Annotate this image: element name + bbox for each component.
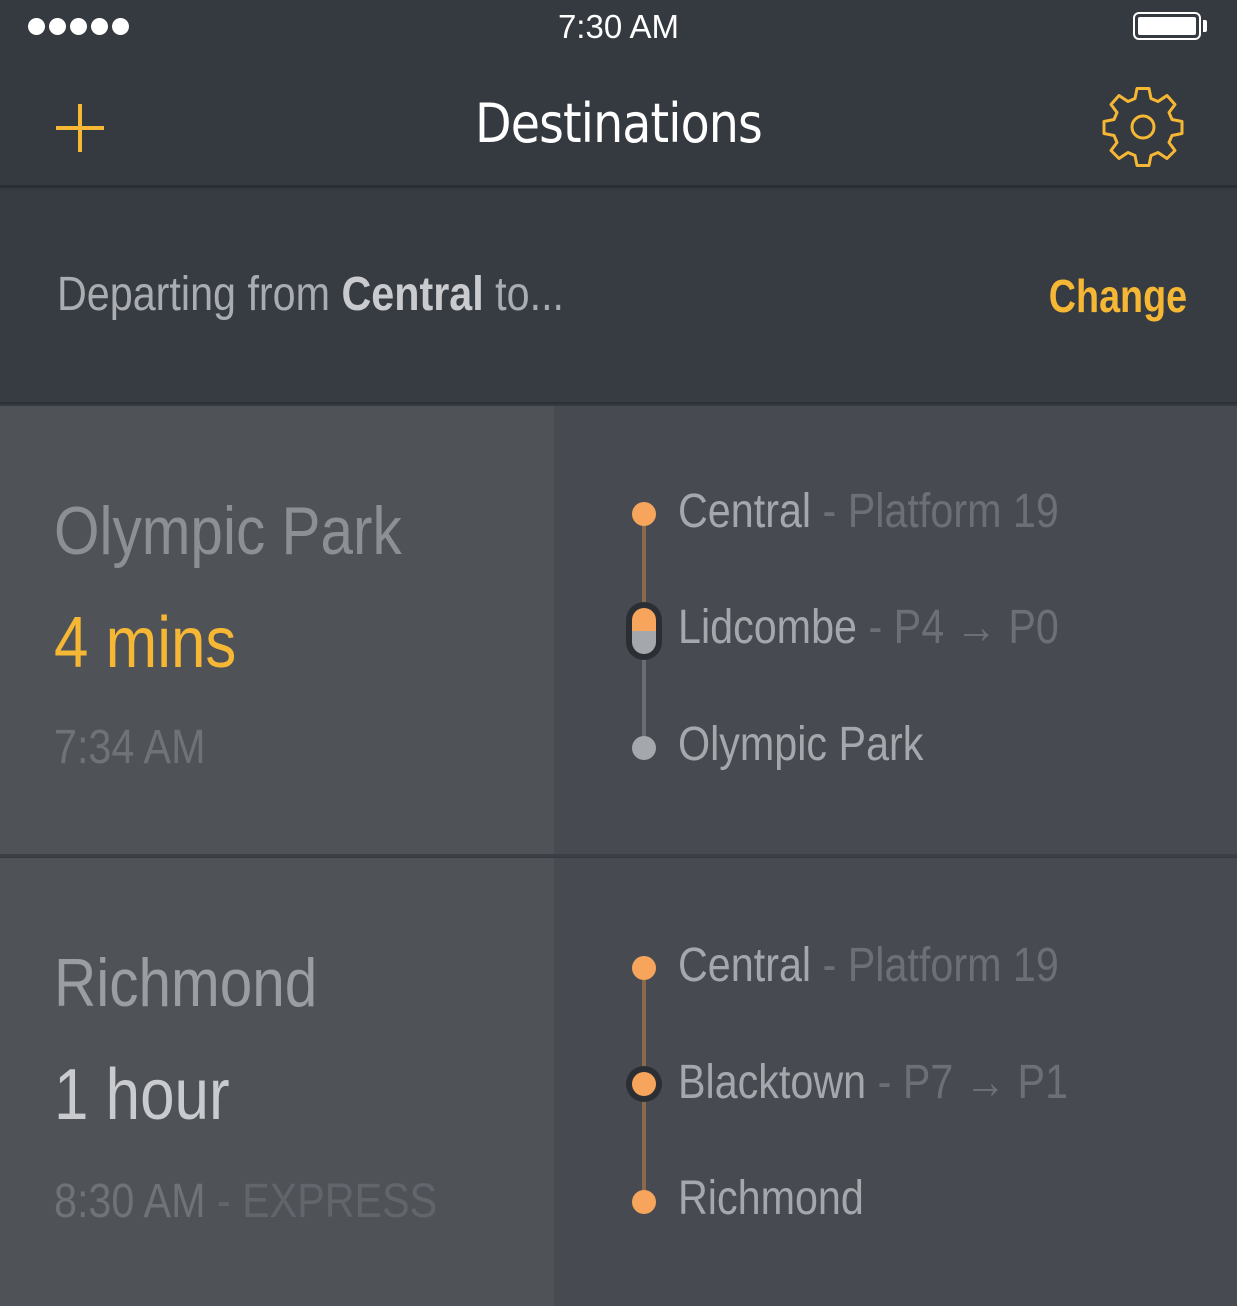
status-bar: 7:30 AM	[0, 0, 1237, 56]
stop-name: Central	[678, 485, 812, 538]
stop-name: Central	[678, 939, 812, 992]
departure-clock: 7:34 AM	[54, 721, 206, 774]
stop-label: Central - Platform 19	[678, 484, 1059, 539]
page-title: Destinations	[475, 92, 763, 155]
destination-stop-dot	[632, 736, 656, 760]
destination-stop-dot	[632, 1190, 656, 1214]
departing-suffix: to...	[483, 268, 565, 321]
stop-name: Blacktown	[678, 1056, 867, 1109]
destination-summary: Richmond 1 hour 8:30 AM - EXPRESS	[0, 858, 554, 1306]
status-time: 7:30 AM	[557, 8, 680, 45]
stop-label: Central - Platform 19	[678, 938, 1059, 993]
stop-label: Olympic Park	[678, 717, 923, 772]
stop-label: Blacktown - P7 → P1	[678, 1055, 1068, 1110]
transfer-stop-marker	[626, 1066, 662, 1102]
gear-icon	[1102, 87, 1184, 167]
stop-name: Olympic Park	[678, 718, 924, 771]
origin-stop-dot	[632, 956, 656, 980]
service-type: - EXPRESS	[216, 1175, 438, 1228]
transfer-stop-marker	[626, 602, 662, 660]
stop-platform: - P4 → P0	[868, 601, 1059, 654]
origin-stop-dot	[632, 502, 656, 526]
departing-bar: Departing from Central to... Change	[0, 191, 1237, 404]
eta-value: 4 mins	[54, 603, 237, 683]
stop-platform: - Platform 19	[822, 939, 1059, 992]
destination-card-olympic-park[interactable]: Olympic Park 4 mins 7:34 AM Central - Pl…	[0, 406, 1237, 857]
stop-name: Lidcombe	[678, 601, 857, 654]
change-origin-button[interactable]: Change	[1049, 269, 1187, 323]
stop-platform: - Platform 19	[822, 485, 1059, 538]
departure-clock: 8:30 AM	[54, 1175, 206, 1228]
nav-bar: Destinations	[0, 56, 1237, 188]
destination-card-richmond[interactable]: Richmond 1 hour 8:30 AM - EXPRESS Centra…	[0, 858, 1237, 1306]
battery-nub	[1203, 20, 1207, 32]
departing-prefix: Departing from	[57, 268, 342, 321]
departing-text: Departing from Central to...	[57, 267, 564, 322]
settings-button[interactable]	[1100, 84, 1186, 170]
origin-station: Central	[341, 268, 484, 321]
departure-time: 8:30 AM - EXPRESS	[54, 1174, 437, 1229]
battery-icon	[1133, 12, 1201, 40]
destination-name: Richmond	[54, 945, 318, 1021]
stop-label: Richmond	[678, 1171, 864, 1226]
destination-summary: Olympic Park 4 mins 7:34 AM	[0, 406, 554, 854]
stop-platform: - P7 → P1	[877, 1056, 1069, 1109]
stop-label: Lidcombe - P4 → P0	[678, 600, 1059, 655]
destination-name: Olympic Park	[54, 493, 402, 569]
departure-time: 7:34 AM	[54, 720, 205, 775]
eta-value: 1 hour	[54, 1055, 230, 1135]
stop-name: Richmond	[678, 1172, 864, 1225]
